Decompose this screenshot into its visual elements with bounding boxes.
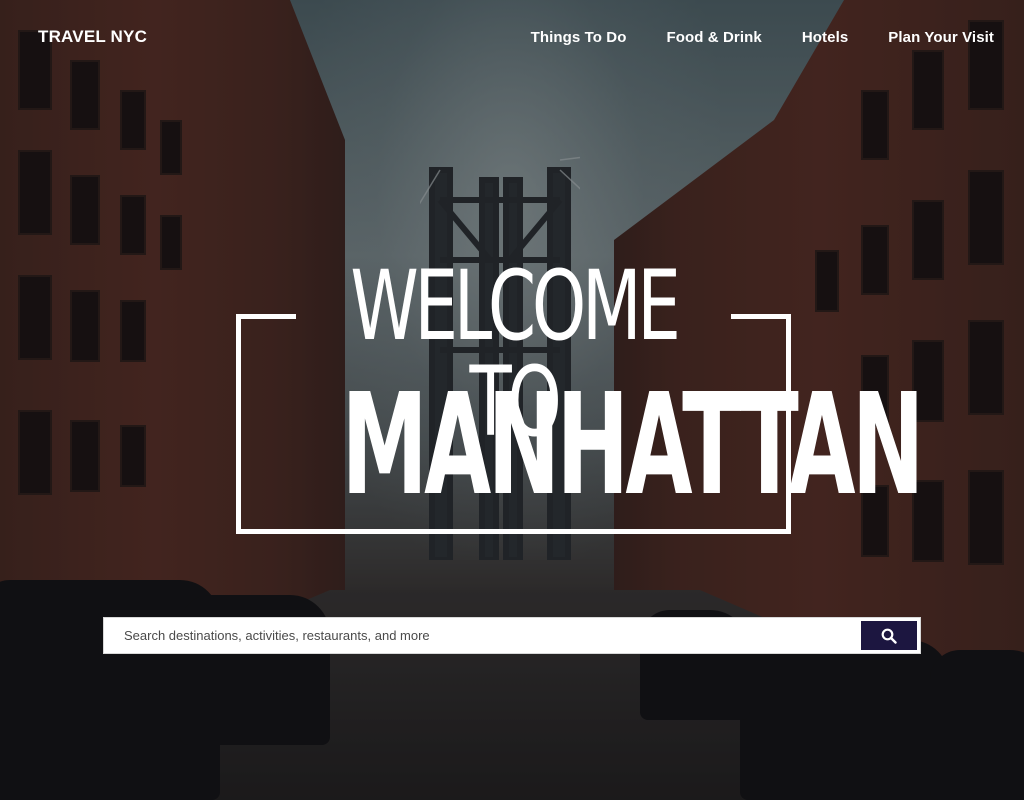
search-bar (103, 617, 921, 654)
main-nav: Things To Do Food & Drink Hotels Plan Yo… (531, 29, 994, 46)
hero-title-manhattan: MANHATTAN (341, 364, 924, 527)
nav-item-things-to-do[interactable]: Things To Do (531, 29, 627, 46)
title-frame-top-right (731, 314, 791, 319)
search-input[interactable] (104, 618, 861, 653)
search-button[interactable] (861, 621, 917, 650)
title-frame-top-left (236, 314, 296, 319)
nav-item-plan-your-visit[interactable]: Plan Your Visit (888, 29, 994, 46)
site-logo[interactable]: TRAVEL NYC (38, 27, 147, 47)
search-icon (881, 628, 897, 644)
site-header: TRAVEL NYC Things To Do Food & Drink Hot… (0, 0, 1024, 74)
nav-item-food-drink[interactable]: Food & Drink (666, 29, 761, 46)
nav-item-hotels[interactable]: Hotels (802, 29, 848, 46)
